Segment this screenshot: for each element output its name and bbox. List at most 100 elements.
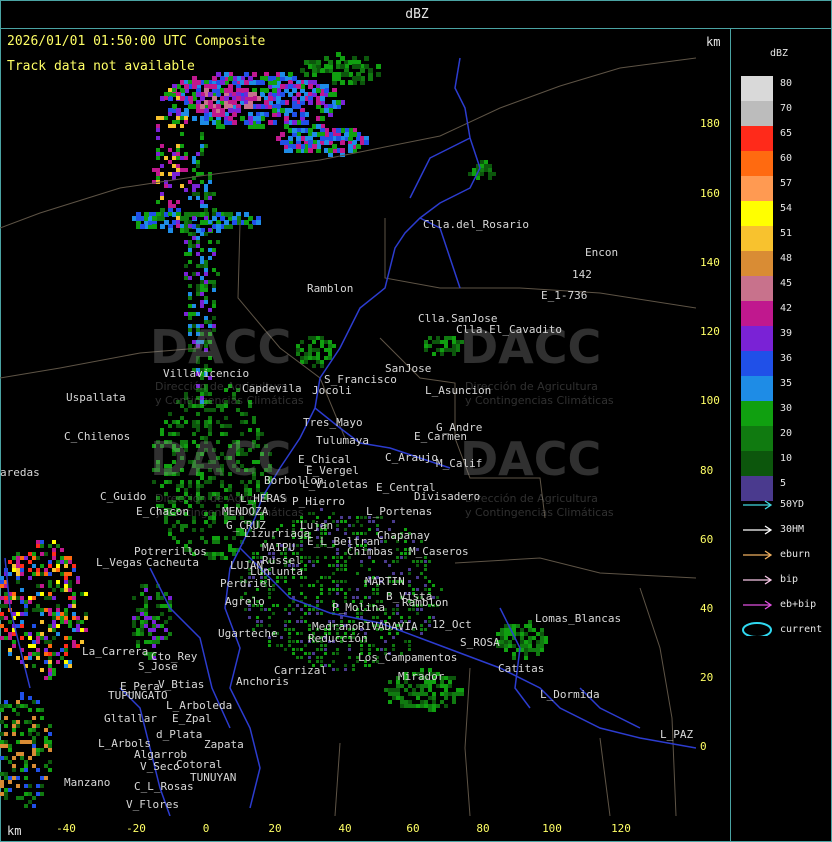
place-label: V_Seco [140, 760, 180, 773]
place-label: L_PAZ [660, 728, 694, 741]
track-arrow-icon [743, 550, 773, 560]
legend-swatch [741, 226, 773, 251]
place-label: V_Flores [126, 798, 179, 811]
x-axis-unit: km [7, 824, 22, 838]
legend-swatch [741, 301, 773, 326]
place-label: Gltallar [104, 712, 157, 725]
legend-title: dBZ [770, 48, 789, 59]
place-label: MARTIN [365, 575, 405, 588]
place-label: L_Vegas [96, 556, 143, 569]
place-label: E_Zpal [172, 712, 212, 725]
legend-swatch [741, 376, 773, 401]
legend-swatch [741, 251, 773, 276]
place-label: C_Guido [100, 490, 147, 503]
place-label: Cacheuta [146, 556, 199, 569]
track-status-note: Track data not available [7, 59, 195, 74]
track-legend-label: 30HM [780, 524, 805, 535]
legend-level-label: 20 [780, 428, 793, 439]
legend-swatch [741, 401, 773, 426]
place-label: Cotoral [176, 758, 223, 771]
watermark-line: y Contingencias Climáticas [155, 394, 304, 407]
track-arrow-icon [743, 500, 773, 510]
legend-level-label: 35 [780, 378, 793, 389]
place-label: Anchoris [236, 675, 289, 688]
legend-level-label: 45 [780, 278, 793, 289]
place-label: Uspallata [66, 391, 126, 404]
place-label: L_Arboleda [166, 699, 233, 712]
y-tick-label: 180 [700, 117, 720, 130]
legend-swatch [741, 201, 773, 226]
legend-level-label: 5 [780, 478, 787, 489]
place-label: L_Asuncion [425, 384, 492, 397]
y-tick-label: 140 [700, 256, 720, 269]
place-label: TUNUYAN [190, 771, 237, 784]
place-label: E_Carmen [414, 430, 467, 443]
place-label: L_Portenas [366, 505, 433, 518]
place-label: aredas [0, 466, 40, 479]
place-label: Ramblon [402, 596, 449, 609]
watermark-line: Dirección de Agricultura [465, 492, 598, 505]
x-tick-label: 100 [542, 822, 562, 835]
place-label: Capdevila [242, 382, 302, 395]
legend-swatch [741, 101, 773, 126]
place-label: P_Molina [332, 601, 385, 614]
x-tick-label: 120 [611, 822, 631, 835]
legend-level-label: 54 [780, 203, 793, 214]
x-tick-label: 20 [268, 822, 282, 835]
radar-timestamp-header: 2026/01/01 01:50:00 UTC Composite [7, 34, 266, 49]
place-label: Los_Campamentos [358, 651, 458, 664]
place-label: C_L_Rosas [134, 780, 194, 793]
place-label: Reducción [308, 632, 368, 645]
place-label: L_Violetas [302, 478, 369, 491]
place-label: E_1-736 [541, 289, 588, 302]
place-label: d_Plata [156, 728, 203, 741]
place-label: Lizurriaga [244, 527, 311, 540]
place-label: Mirador [398, 670, 445, 683]
place-label: M_Caseros [409, 545, 469, 558]
place-label: Ugarteche [218, 627, 278, 640]
y-tick-label: 120 [700, 325, 720, 338]
place-label: Manzano [64, 776, 111, 789]
legend-level-label: 36 [780, 353, 793, 364]
legend-swatch [741, 176, 773, 201]
place-label: S_ROSA [460, 636, 500, 649]
legend-level-label: 48 [780, 253, 793, 264]
x-tick-label: 60 [406, 822, 420, 835]
place-label: Zapata [204, 738, 244, 751]
place-label: Agrelo [225, 595, 265, 608]
y-tick-label: 60 [700, 533, 714, 546]
legend-level-label: 51 [780, 228, 793, 239]
legend-level-label: 30 [780, 403, 793, 414]
track-legend-label: current [780, 624, 823, 635]
legend-level-label: 60 [780, 153, 793, 164]
place-label: 12_Oct [432, 618, 472, 631]
track-legend-label: eb+bip [780, 599, 817, 610]
title-bar: dBZ [0, 0, 832, 29]
place-label: La_Carrera [82, 645, 149, 658]
place-label: Clla.El_Cavadito [456, 323, 562, 336]
x-tick-label: -20 [126, 822, 146, 835]
legend-swatch [741, 451, 773, 476]
place-label: Divisadero [414, 490, 481, 503]
y-tick-label: 100 [700, 394, 720, 407]
place-label: L_Dormida [540, 688, 600, 701]
place-label: Tres_Mayo [303, 416, 363, 429]
place-label: 142 [572, 268, 592, 281]
track-arrow-icon [743, 600, 773, 610]
track-arrow-icon [743, 525, 773, 535]
legend-swatch [741, 351, 773, 376]
legend-level-label: 42 [780, 303, 793, 314]
legend-swatch [741, 126, 773, 151]
x-tick-label: -40 [56, 822, 76, 835]
place-label: S_Jose [138, 660, 178, 673]
place-label: Perdriel [220, 577, 273, 590]
legend-level-label: 10 [780, 453, 793, 464]
place-label: Tulumaya [316, 434, 369, 447]
track-legend-label: bip [780, 574, 799, 585]
x-tick-label: 80 [476, 822, 490, 835]
legend-level-label: 57 [780, 178, 793, 189]
watermark-brand: DACC [150, 320, 292, 374]
place-label: L_HERAS [240, 492, 287, 505]
y-tick-label: 20 [700, 671, 714, 684]
place-label: C_Araujo [385, 451, 438, 464]
